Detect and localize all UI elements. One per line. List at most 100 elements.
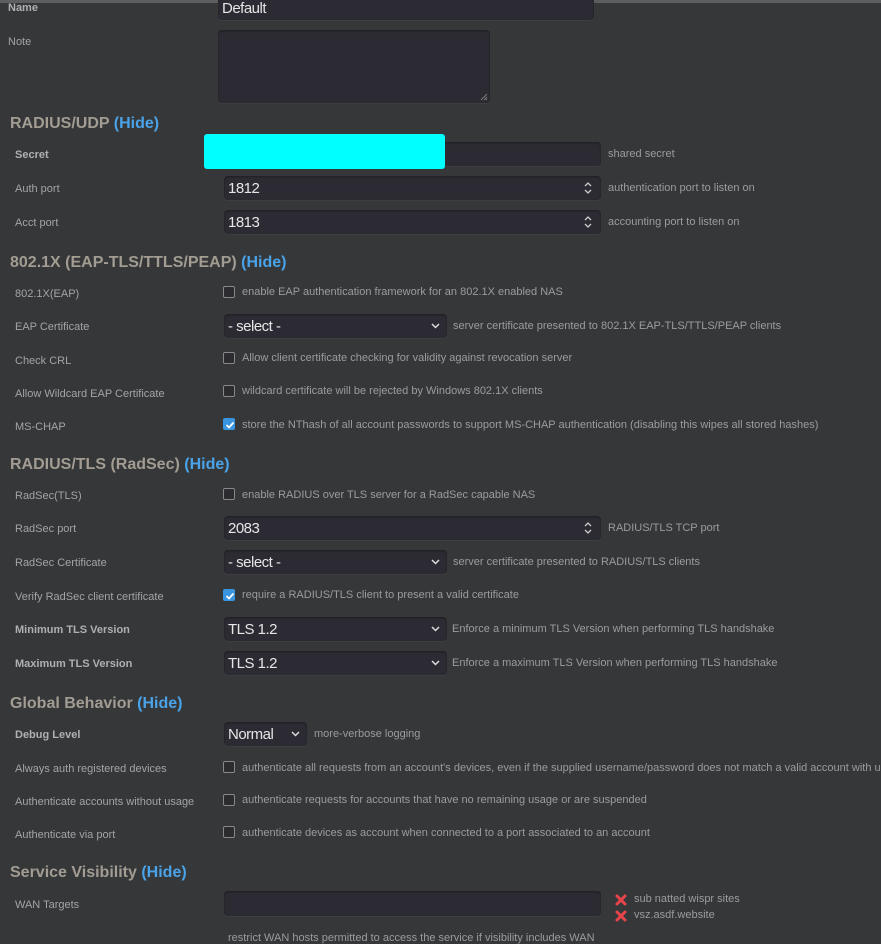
radsec-cert-label: RadSec Certificate	[15, 557, 107, 569]
no-usage-help: authenticate requests for accounts that …	[242, 794, 647, 806]
section-title-text: Service Visibility	[10, 864, 137, 881]
section-title-eap: 802.1X (EAP-TLS/TTLS/PEAP) (Hide)	[10, 254, 287, 272]
radsec-verify-help: require a RADIUS/TLS client to present a…	[242, 589, 519, 601]
spinner-icon[interactable]	[583, 520, 593, 536]
chevron-down-icon	[431, 323, 440, 329]
radsec-cert-help: server certificate presented to RADIUS/T…	[453, 556, 700, 568]
always-auth-label: Always auth registered devices	[15, 763, 167, 775]
radsec-cert-value: - select -	[228, 553, 281, 571]
wan-target-label: vsz.asdf.website	[634, 909, 715, 921]
redaction-overlay	[204, 134, 445, 169]
radsec-enable-checkbox[interactable]	[223, 488, 235, 500]
radsec-port-label: RadSec port	[15, 523, 77, 535]
debug-level-label: Debug Level	[15, 729, 81, 741]
radsec-verify-checkbox[interactable]	[223, 589, 235, 601]
section-title-radsec: RADIUS/TLS (RadSec) (Hide)	[10, 456, 230, 474]
hide-global-link[interactable]: (Hide)	[137, 695, 182, 712]
auth-port-help: authentication port to listen on	[608, 182, 755, 194]
always-auth-checkbox[interactable]	[223, 761, 235, 773]
via-port-checkbox[interactable]	[223, 826, 235, 838]
name-label: Name	[8, 2, 38, 14]
chevron-down-icon	[431, 626, 440, 632]
always-auth-help: authenticate all requests from an accoun…	[242, 762, 881, 774]
acct-port-label: Acct port	[15, 217, 59, 229]
checkmark-icon	[225, 592, 235, 600]
radsec-port-help: RADIUS/TLS TCP port	[608, 522, 720, 534]
remove-x-icon[interactable]	[615, 910, 627, 922]
debug-level-select[interactable]: Normal	[224, 722, 307, 746]
radsec-cert-select[interactable]: - select -	[224, 550, 447, 574]
eap-cert-value: - select -	[228, 317, 281, 335]
no-usage-checkbox[interactable]	[223, 794, 235, 806]
secret-label: Secret	[15, 149, 49, 161]
min-tls-value: TLS 1.2	[228, 620, 278, 638]
radsec-enable-help: enable RADIUS over TLS server for a RadS…	[242, 489, 536, 501]
section-title-radius-udp: RADIUS/UDP (Hide)	[10, 115, 159, 133]
eap-help: enable EAP authentication framework for …	[242, 286, 563, 298]
resize-handle-icon[interactable]	[480, 93, 488, 101]
name-value: Default	[222, 0, 267, 17]
eap-cert-select[interactable]: - select -	[224, 314, 447, 338]
crl-checkbox[interactable]	[223, 352, 235, 364]
section-title-global: Global Behavior (Hide)	[10, 695, 182, 713]
max-tls-help: Enforce a maximum TLS Version when perfo…	[452, 657, 778, 669]
via-port-help: authenticate devices as account when con…	[242, 827, 650, 839]
chevron-down-icon	[431, 559, 440, 565]
section-title-text: RADIUS/UDP	[10, 115, 110, 132]
min-tls-select[interactable]: TLS 1.2	[224, 617, 447, 641]
wan-targets-label: WAN Targets	[15, 899, 80, 911]
debug-level-value: Normal	[228, 725, 274, 743]
name-input[interactable]: Default	[218, 0, 594, 20]
chevron-down-icon	[431, 660, 440, 666]
wan-targets-help: restrict WAN hosts permitted to access t…	[228, 932, 595, 944]
wan-targets-input[interactable]	[224, 891, 601, 916]
min-tls-help: Enforce a minimum TLS Version when perfo…	[452, 623, 775, 635]
wildcard-label: Allow Wildcard EAP Certificate	[15, 388, 165, 400]
wan-target-label: sub natted wispr sites	[634, 893, 740, 905]
mschap-checkbox[interactable]	[223, 418, 235, 430]
checkmark-icon	[225, 421, 235, 429]
wildcard-checkbox[interactable]	[223, 385, 235, 397]
acct-port-input[interactable]: 1813	[224, 210, 601, 234]
max-tls-value: TLS 1.2	[228, 654, 278, 672]
radsec-port-value: 2083	[228, 519, 260, 537]
section-title-visibility: Service Visibility (Hide)	[10, 864, 187, 882]
chevron-down-icon	[291, 731, 300, 737]
radsec-enable-label: RadSec(TLS)	[15, 490, 82, 502]
section-title-text: Global Behavior	[10, 695, 133, 712]
wildcard-help: wildcard certificate will be rejected by…	[242, 385, 543, 397]
crl-help: Allow client certificate checking for va…	[242, 352, 573, 364]
eap-checkbox[interactable]	[223, 286, 235, 298]
hide-visibility-link[interactable]: (Hide)	[141, 864, 186, 881]
mschap-label: MS-CHAP	[15, 421, 66, 433]
acct-port-value: 1813	[228, 213, 260, 231]
via-port-label: Authenticate via port	[15, 829, 116, 841]
note-textarea[interactable]	[218, 30, 490, 103]
eap-cert-label: EAP Certificate	[15, 321, 90, 333]
auth-port-input[interactable]: 1812	[224, 176, 601, 200]
radsec-port-input[interactable]: 2083	[224, 516, 601, 540]
section-title-text: 802.1X (EAP-TLS/TTLS/PEAP)	[10, 254, 237, 271]
section-title-text: RADIUS/TLS (RadSec)	[10, 456, 180, 473]
auth-port-value: 1812	[228, 179, 260, 197]
max-tls-select[interactable]: TLS 1.2	[224, 651, 447, 675]
max-tls-label: Maximum TLS Version	[15, 658, 133, 670]
acct-port-help: accounting port to listen on	[608, 216, 740, 228]
hide-radsec-link[interactable]: (Hide)	[184, 456, 229, 473]
eap-cert-help: server certificate presented to 802.1X E…	[453, 320, 782, 332]
remove-x-icon[interactable]	[615, 894, 627, 906]
secret-help: shared secret	[608, 148, 675, 160]
radsec-verify-label: Verify RadSec client certificate	[15, 591, 164, 603]
mschap-help: store the NThash of all account password…	[242, 419, 819, 431]
min-tls-label: Minimum TLS Version	[15, 624, 130, 636]
hide-radius-udp-link[interactable]: (Hide)	[114, 115, 159, 132]
spinner-icon[interactable]	[583, 180, 593, 196]
debug-level-help: more-verbose logging	[314, 728, 421, 740]
spinner-icon[interactable]	[583, 214, 593, 230]
no-usage-label: Authenticate accounts without usage	[15, 796, 195, 808]
crl-label: Check CRL	[15, 355, 72, 367]
auth-port-label: Auth port	[15, 183, 60, 195]
hide-eap-link[interactable]: (Hide)	[241, 254, 286, 271]
note-label: Note	[8, 36, 32, 48]
eap-label: 802.1X(EAP)	[15, 288, 80, 300]
